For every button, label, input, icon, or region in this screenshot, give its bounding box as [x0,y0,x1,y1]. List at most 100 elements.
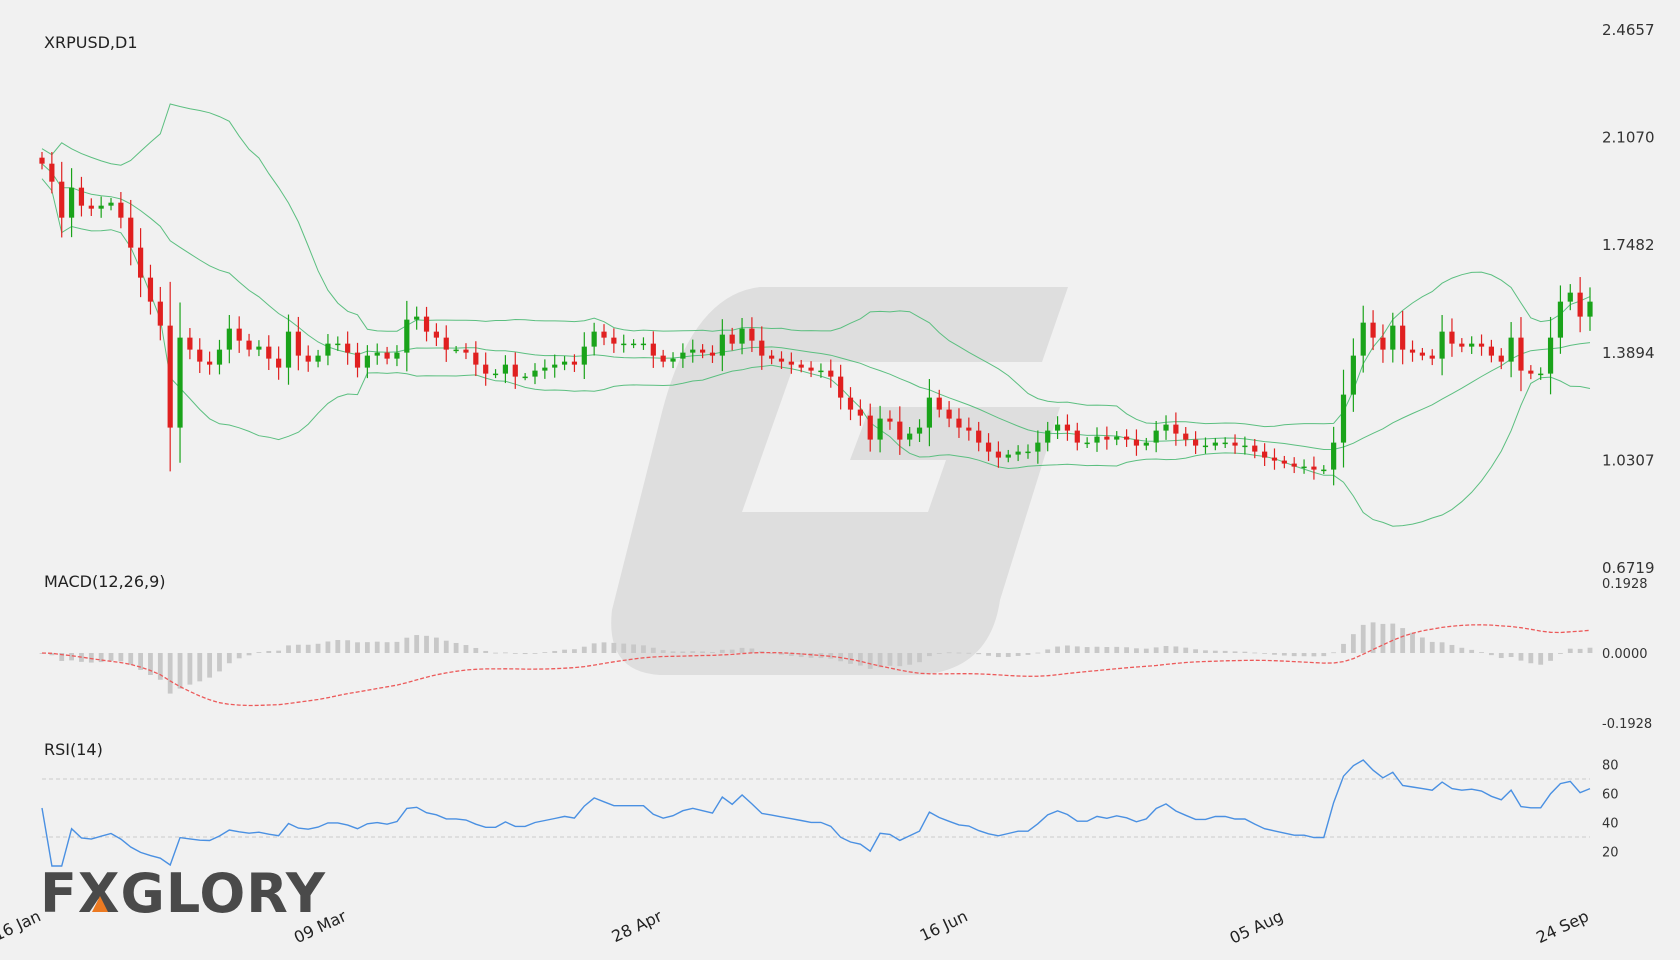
macd-hist-bar [364,642,370,653]
macd-hist-bar [207,653,213,678]
macd-hist-bar [1173,646,1179,653]
rsi-axis: 80 60 40 20 [1602,759,1619,861]
macd-hist-bar [1489,653,1494,656]
macd-hist-bar [325,641,331,653]
macd-hist-bar [128,653,134,665]
macd-hist-bar [1577,648,1583,653]
rsi-line [41,759,1591,867]
macd-hist-bar [286,645,291,653]
candle-body [1390,325,1396,350]
candle-body [936,397,942,410]
candle-body [483,364,489,374]
candle-body [1054,424,1061,431]
date-tick-label: 24 Sep [1533,906,1591,947]
candle-body [433,331,439,338]
candle-body [128,217,134,248]
price-tick-label: 1.0307 [1602,451,1655,469]
macd-hist-bar [1183,647,1189,653]
candle-body [502,364,509,374]
macd-hist-bar [907,653,913,665]
candle-body [167,325,173,428]
candle-body [1143,442,1149,446]
candle-body [1173,424,1179,434]
macd-hist-bar [1587,647,1593,653]
macd-hist-bar [1459,647,1465,653]
macd-hist-bar [1390,623,1396,653]
candle-body [384,352,390,359]
macd-hist-bar [976,653,982,655]
rsi-panel: RSI(14) 80 60 40 20 [41,740,1619,867]
macd-hist-bar [1094,646,1100,653]
candle-body [226,328,232,350]
macd-hist-bar [374,641,380,653]
candle-body [1114,436,1120,440]
macd-hist-bar [1193,649,1199,653]
watermark-logo [611,287,1068,675]
candle-body [1557,301,1564,338]
candle-body [1064,424,1071,431]
macd-hist-bar [512,653,518,654]
candle-body [1202,445,1209,448]
candle-body [98,205,104,209]
macd-hist-bar [1045,649,1051,653]
candle-body [897,421,903,440]
macd-hist-bar [848,653,853,664]
candle-body [1084,442,1090,445]
candle-body [1538,373,1544,376]
date-tick-label: 16 Jan [0,906,44,944]
candle-body [305,355,311,362]
candle-body [946,409,952,419]
macd-hist-bar [1035,652,1041,654]
candle-body [1153,430,1159,443]
candle-body [256,346,262,350]
macd-hist-bar [88,653,94,663]
candle-body [660,355,666,362]
candle-body [926,397,932,428]
candle-body [1163,424,1169,431]
candle-body [542,367,548,371]
candle-body [1281,460,1287,464]
price-tick-label: 2.1070 [1602,129,1655,147]
candle-body [354,352,361,368]
candle-body [1271,457,1278,461]
macd-hist-bar [1548,653,1553,661]
rsi-tick-label: 80 [1602,759,1619,774]
macd-hist-bar [650,647,656,653]
macd-hist-bar [532,653,538,654]
candle-body [1577,292,1583,317]
macd-hist-bar [739,647,745,653]
candle-body [1104,436,1110,440]
candle-body [976,430,982,443]
macd-hist-bar [1015,653,1021,656]
candle-body [1488,346,1495,356]
candle-body [414,316,420,320]
macd-hist-bar [69,653,74,661]
candle-body [640,343,647,346]
candle-body [709,352,716,356]
macd-hist-bar [522,653,528,655]
candle-body [285,331,292,368]
macd-hist-bar [946,652,952,654]
macd-hist-bar [1528,653,1534,664]
price-tick-label: 2.4657 [1602,21,1655,39]
macd-tick-label: 0.1928 [1602,577,1648,592]
candle-body [1419,352,1425,356]
macd-hist-bar [1025,653,1031,655]
macd-hist-bar [1341,643,1346,653]
macd-hist-bar [1360,624,1366,653]
macd-hist-bar [897,653,903,667]
macd-hist-bar [986,653,991,656]
candle-body [621,343,627,346]
chart-title: XRPUSD,D1 [44,33,138,52]
rsi-path [41,759,1591,867]
candle-body [1459,343,1465,347]
macd-hist-bar [217,653,222,672]
candle-body [867,415,873,440]
candle-body [690,349,696,353]
candle-body [49,163,55,182]
macd-hist-bar [167,653,173,694]
candle-body [335,343,341,346]
macd-hist-bar [1104,646,1110,653]
candle-body [315,355,321,362]
macd-hist-bar [1498,653,1504,659]
